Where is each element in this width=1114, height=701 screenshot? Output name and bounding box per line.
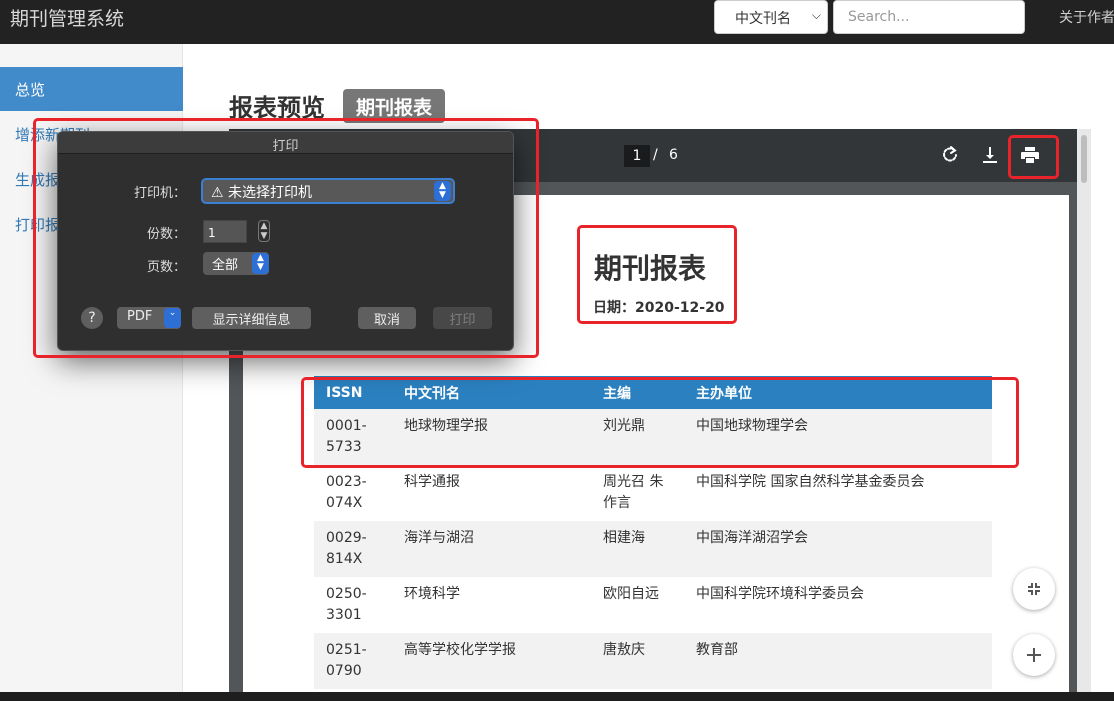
table-row: 0250-3301 环境科学 欧阳自远 中国科学院环境科学委员会 [314,577,992,633]
app-title[interactable]: 期刊管理系统 [10,4,124,31]
cell-sponsor: 中国科学院环境科学委员会 [684,577,992,633]
cell-editor: 欧阳自远 [591,577,684,633]
annotation-box-print-dialog [33,118,539,358]
download-icon[interactable] [978,143,1002,167]
cell-editor: 唐敖庆 [591,633,684,689]
top-navbar: 期刊管理系统 中文刊名 ⌵ 关于作者 [0,0,1114,44]
viewer-scrollbar-thumb[interactable] [1081,135,1087,183]
search-field-select[interactable]: 中文刊名 ⌵ [714,0,828,34]
search-input[interactable] [833,0,1025,34]
search-field-select-value: 中文刊名 [735,11,791,27]
bottom-bar [0,692,1114,701]
about-author-link[interactable]: 关于作者 [1059,7,1114,27]
cell-sponsor: 教育部 [684,633,992,689]
fit-page-icon [1013,583,1055,614]
cell-name: 环境科学 [392,577,591,633]
page-number-input[interactable]: 1 [624,145,650,167]
cell-issn: 0029-814X [314,521,392,577]
cell-name: 科学通报 [392,465,591,521]
table-row: 0251-0790 高等学校化学学报 唐敖庆 教育部 [314,633,992,689]
cell-issn: 0250-3301 [314,577,392,633]
annotation-box-report-title [577,225,737,324]
table-row: 0029-814X 海洋与湖沼 相建海 中国海洋湖沼学会 [314,521,992,577]
table-row: 0023-074X 科学通报 周光召 朱作言 中国科学院 国家自然科学基金委员会 [314,465,992,521]
chevron-down-icon: ⌵ [811,8,821,22]
cell-name: 高等学校化学学报 [392,633,591,689]
annotation-box-print-icon [1008,135,1059,179]
cell-issn: 0023-074X [314,465,392,521]
rotate-icon[interactable] [938,143,962,167]
page-total: 6 [669,147,678,163]
zoom-in-icon [1013,648,1055,680]
sidebar-item-overview[interactable]: 总览 [0,67,183,111]
viewer-scrollbar[interactable] [1077,129,1091,701]
fit-page-button[interactable] [1013,568,1055,610]
cell-name: 海洋与湖沼 [392,521,591,577]
cell-sponsor: 中国海洋湖沼学会 [684,521,992,577]
cell-editor: 相建海 [591,521,684,577]
cell-sponsor: 中国科学院 国家自然科学基金委员会 [684,465,992,521]
zoom-in-button[interactable] [1013,634,1055,676]
page-separator: / [653,147,658,163]
annotation-box-first-row [301,377,1019,468]
cell-editor: 周光召 朱作言 [591,465,684,521]
cell-issn: 0251-0790 [314,633,392,689]
